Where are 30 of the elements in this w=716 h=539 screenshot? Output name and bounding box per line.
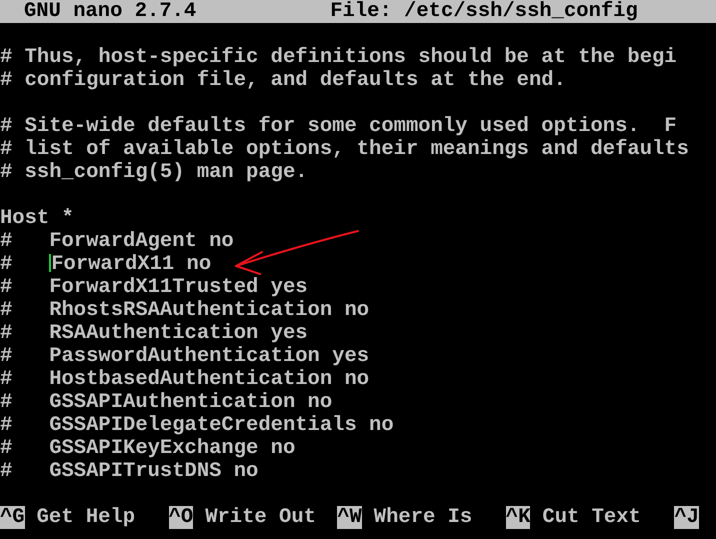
shortcut-label: Cut Text	[542, 506, 641, 529]
shortcut-key[interactable]: ^G	[0, 506, 25, 529]
code-line: # configuration file, and defaults at the end.	[0, 69, 566, 92]
shortcut-label: Get Help	[36, 506, 136, 529]
code-line: Host *	[0, 207, 74, 230]
code-line: # HostbasedAuthentication no	[0, 368, 370, 391]
shortcut-key[interactable]: ^K	[506, 506, 530, 529]
code-line: # Site-wide defaults for some commonly used options. F	[0, 115, 677, 138]
shortcut-key[interactable]: ^J	[674, 506, 699, 529]
code-line: # Thus, host-specific definitions should be at the begi	[0, 46, 677, 69]
file-name: File: /etc/ssh/ssh_config	[330, 0, 638, 23]
shortcut-key[interactable]: ^W	[337, 506, 362, 529]
code-line: # PasswordAuthentication yes	[0, 345, 370, 368]
code-line: ForwardX11 no	[51, 253, 212, 276]
shortcut-label: Where Is	[374, 506, 472, 529]
text-cursor	[49, 254, 52, 272]
code-line: # GSSAPIDelegateCredentials no	[0, 414, 394, 437]
code-line: # GSSAPIKeyExchange no	[0, 437, 296, 460]
comment-mark: #	[0, 253, 14, 276]
code-line: # GSSAPIAuthentication no	[0, 391, 332, 414]
code-line: # RhostsRSAAuthentication no	[0, 299, 370, 322]
code-line: # RSAAuthentication yes	[0, 322, 308, 345]
shortcut-label: Write Out	[205, 506, 316, 529]
app-version: GNU nano 2.7.4	[24, 0, 196, 23]
code-line: # list of available options, their meanings and defaults	[0, 138, 689, 161]
code-line: # ForwardAgent no	[0, 230, 234, 253]
code-line: # ssh_config(5) man page.	[0, 161, 308, 184]
code-line: # ForwardX11Trusted yes	[0, 276, 308, 299]
code-line: # GSSAPITrustDNS no	[0, 460, 258, 483]
shortcut-key[interactable]: ^O	[168, 506, 194, 529]
